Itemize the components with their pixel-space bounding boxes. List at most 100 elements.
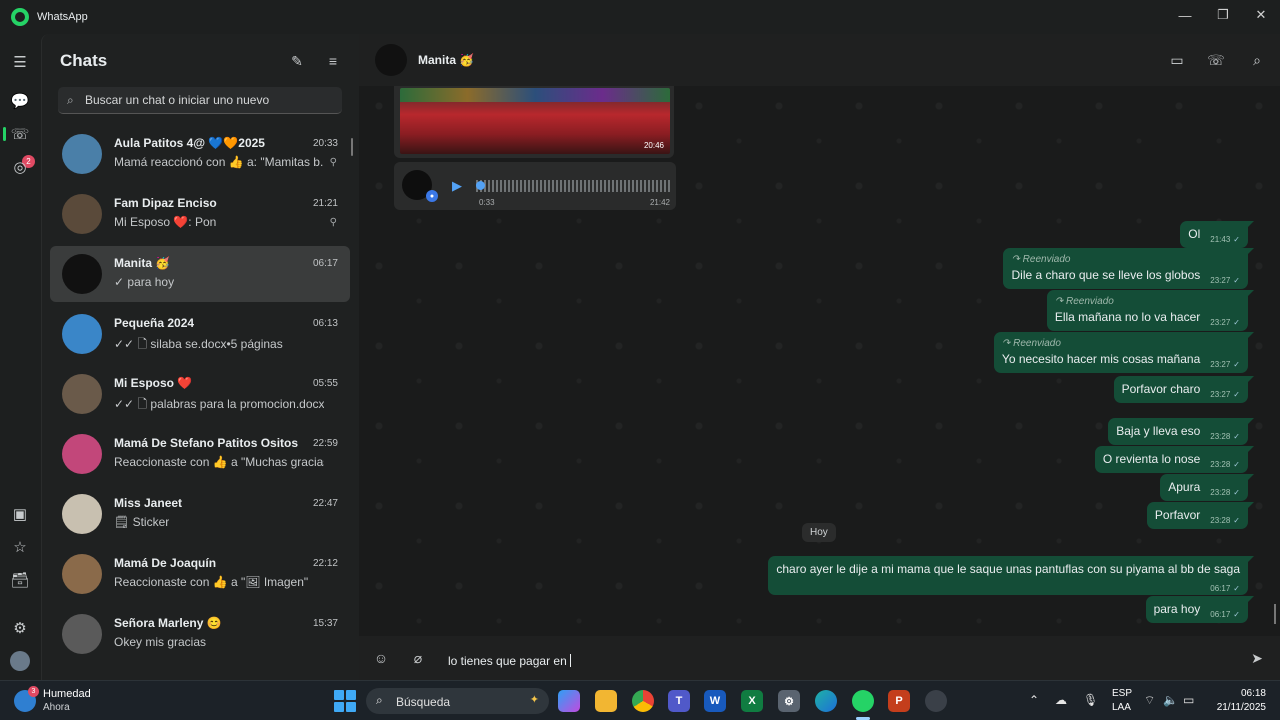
onedrive-icon[interactable]: ☁ — [1055, 693, 1067, 707]
copilot-spark-icon: ✦ — [529, 694, 539, 706]
file-explorer-icon[interactable] — [595, 690, 617, 712]
wifi-icon[interactable]: ⌔ — [1144, 693, 1155, 708]
powerpoint-icon[interactable]: P — [888, 690, 910, 712]
status-icon[interactable]: ◎ — [10, 157, 30, 177]
archive-icon[interactable]: 🗃 — [10, 570, 30, 590]
outgoing-message[interactable]: ↷ Reenviado Yo necesito hacer mis cosas m… — [993, 332, 1255, 373]
start-button[interactable] — [334, 690, 356, 712]
chat-time: 20:33 — [312, 138, 338, 149]
windows-taskbar: 3 Humedad Ahora ⌕ Búsqueda ✦ T W X ⚙ P ⌃… — [0, 680, 1280, 720]
active-indicator — [3, 127, 6, 141]
play-icon[interactable]: ▶ — [452, 178, 462, 194]
search-messages-icon[interactable]: ⌕ — [1247, 50, 1267, 70]
outgoing-message[interactable]: charo ayer le dije a mi mama que le saqu… — [768, 556, 1254, 595]
word-icon[interactable]: W — [704, 690, 726, 712]
chrome-icon[interactable] — [632, 690, 654, 712]
chat-list-scrollbar[interactable] — [351, 138, 353, 156]
chat-name: Miss Janeet — [114, 496, 183, 510]
message-text: Baja y lleva eso — [1116, 424, 1201, 438]
maximize-button[interactable]: ❐ — [1204, 0, 1242, 30]
chat-time: 22:47 — [312, 498, 338, 509]
contact-avatar[interactable] — [375, 44, 407, 76]
chevron-up-icon[interactable]: ⌃ — [1029, 693, 1039, 707]
app-icon[interactable] — [925, 690, 947, 712]
outgoing-message[interactable]: Ol 21:43 ✓ — [1180, 221, 1254, 248]
volume-icon[interactable]: 🔈 — [1163, 693, 1178, 707]
settings-icon[interactable]: ⚙ — [10, 618, 30, 638]
clock-date[interactable]: 21/11/2025 — [1210, 702, 1266, 713]
chat-preview: Mamá reaccionó con 👍 a: "Mamitas b... — [114, 155, 324, 169]
clock-time[interactable]: 06:18 — [1228, 688, 1266, 699]
filter-icon[interactable]: ≡ — [323, 51, 343, 71]
voice-call-icon[interactable]: ☏ — [1206, 50, 1226, 70]
microphone-icon[interactable]: 🎙 — [1083, 693, 1098, 707]
minimize-button[interactable]: — — [1166, 0, 1204, 30]
contact-name[interactable]: Manita 🥳 — [418, 53, 474, 67]
outgoing-message[interactable]: ↷ Reenviado Ella mañana no lo va hacer 23:… — [1046, 290, 1255, 331]
chat-list-item[interactable]: Miss Janeet 22:47 🗒 Sticker — [50, 486, 350, 542]
chat-name: Manita 🥳 — [114, 256, 171, 270]
chat-list-item[interactable]: Aula Patitos 4@ 💙🧡2025 20:33 Mamá reaccion… — [50, 126, 350, 182]
chat-name: Mamá De Joaquín — [114, 556, 217, 570]
weather-title[interactable]: Humedad — [43, 688, 91, 700]
language-line-1[interactable]: ESP — [1112, 688, 1132, 699]
copilot-app-icon[interactable] — [558, 690, 580, 712]
profile-avatar[interactable] — [10, 651, 30, 671]
audio-waveform[interactable] — [476, 180, 671, 192]
communities-icon[interactable]: ▣ — [10, 504, 30, 524]
outgoing-message[interactable]: para hoy 06:17 ✓ — [1145, 596, 1255, 623]
chat-list-item[interactable]: Pequeña 2024 06:13 ✓✓ 🗋 silaba se.docx•5 p… — [50, 306, 350, 362]
chat-time: 05:55 — [312, 378, 338, 389]
message-meta: 23:28 ✓ — [1210, 488, 1240, 497]
whatsapp-window: WhatsApp — ❐ ✕ ☰ 💬 ☏ 2 ◎ ▣ ☆ 🗃 ⚙ Chats ✎… — [0, 0, 1280, 720]
image-message[interactable]: 20:46 — [394, 86, 674, 158]
outgoing-message[interactable]: Porfavor 23:28 ✓ — [1146, 502, 1255, 529]
audio-progress-knob[interactable] — [476, 181, 485, 190]
image-thumbnail[interactable]: 20:46 — [400, 88, 670, 154]
new-chat-icon[interactable]: ✎ — [287, 51, 307, 71]
chat-list-item[interactable]: Señora Marleny 😊 15:37 Okey mis gracias — [50, 606, 350, 662]
edge-icon[interactable] — [815, 690, 837, 712]
chat-preview: Mi Esposo ❤️: Pon — [114, 215, 217, 229]
outgoing-message[interactable]: Apura 23:28 ✓ — [1160, 474, 1254, 501]
menu-icon[interactable]: ☰ — [10, 52, 30, 72]
outgoing-message[interactable]: Porfavor charo 23:27 ✓ — [1113, 376, 1255, 403]
close-button[interactable]: ✕ — [1242, 0, 1280, 30]
outgoing-message[interactable]: ↷ Reenviado Dile a charo que se lleve los… — [1003, 248, 1254, 289]
attach-icon[interactable]: ⌀ — [408, 648, 428, 668]
battery-icon[interactable]: ▭ — [1183, 693, 1194, 707]
teams-icon[interactable]: T — [668, 690, 690, 712]
message-input[interactable]: lo tienes que pagar en — [448, 654, 571, 668]
chat-list-item[interactable]: Mamá De Joaquín 22:12 Reaccionaste con 👍 a… — [50, 546, 350, 602]
forwarded-label: ↷ Reenviado — [1011, 254, 1071, 265]
chat-list-item[interactable]: Mamá De Stefano Patitos Ositos 22:59 Reacc… — [50, 426, 350, 482]
message-meta: 23:27 ✓ — [1210, 390, 1240, 399]
chat-avatar — [62, 134, 102, 174]
chat-list-item[interactable]: Mi Esposo ❤️ 05:55 ✓✓ 🗋 palabras para la p… — [50, 366, 350, 422]
settings-app-icon[interactable]: ⚙ — [778, 690, 800, 712]
message-meta: 23:27 ✓ — [1210, 360, 1240, 369]
excel-icon[interactable]: X — [741, 690, 763, 712]
send-icon[interactable]: ➤ — [1247, 648, 1267, 668]
starred-icon[interactable]: ☆ — [10, 537, 30, 557]
outgoing-message[interactable]: O revienta lo nose 23:28 ✓ — [1094, 446, 1255, 473]
taskbar-search-label: Búsqueda — [396, 695, 451, 709]
chat-name: Mamá De Stefano Patitos Ositos — [114, 436, 299, 450]
calls-icon[interactable]: ☏ — [10, 124, 30, 144]
outgoing-message[interactable]: Baja y lleva eso 23:28 ✓ — [1108, 418, 1254, 445]
video-call-icon[interactable]: ▭ — [1167, 50, 1187, 70]
emoji-icon[interactable]: ☺ — [371, 648, 391, 668]
search-placeholder: Buscar un chat o iniciar uno nuevo — [85, 93, 270, 107]
message-text: O revienta lo nose — [1102, 452, 1201, 466]
taskbar-search[interactable]: ⌕ Búsqueda ✦ — [366, 688, 549, 714]
chat-list-item[interactable]: Manita 🥳 06:17 ✓ para hoy — [50, 246, 350, 302]
chats-icon[interactable]: 💬 — [10, 91, 30, 111]
search-input[interactable]: ⌕ Buscar un chat o iniciar uno nuevo — [58, 87, 342, 114]
microphone-icon: ● — [426, 190, 438, 202]
conversation-scrollbar[interactable] — [1274, 604, 1276, 624]
language-line-2[interactable]: LAA — [1112, 702, 1131, 713]
pin-icon: ⚲ — [329, 217, 337, 228]
whatsapp-taskbar-icon[interactable] — [852, 690, 874, 712]
chat-list-item[interactable]: Fam Dipaz Enciso 21:21 Mi Esposo ❤️: Pon ⚲ — [50, 186, 350, 242]
message-meta: 23:28 ✓ — [1210, 432, 1240, 441]
